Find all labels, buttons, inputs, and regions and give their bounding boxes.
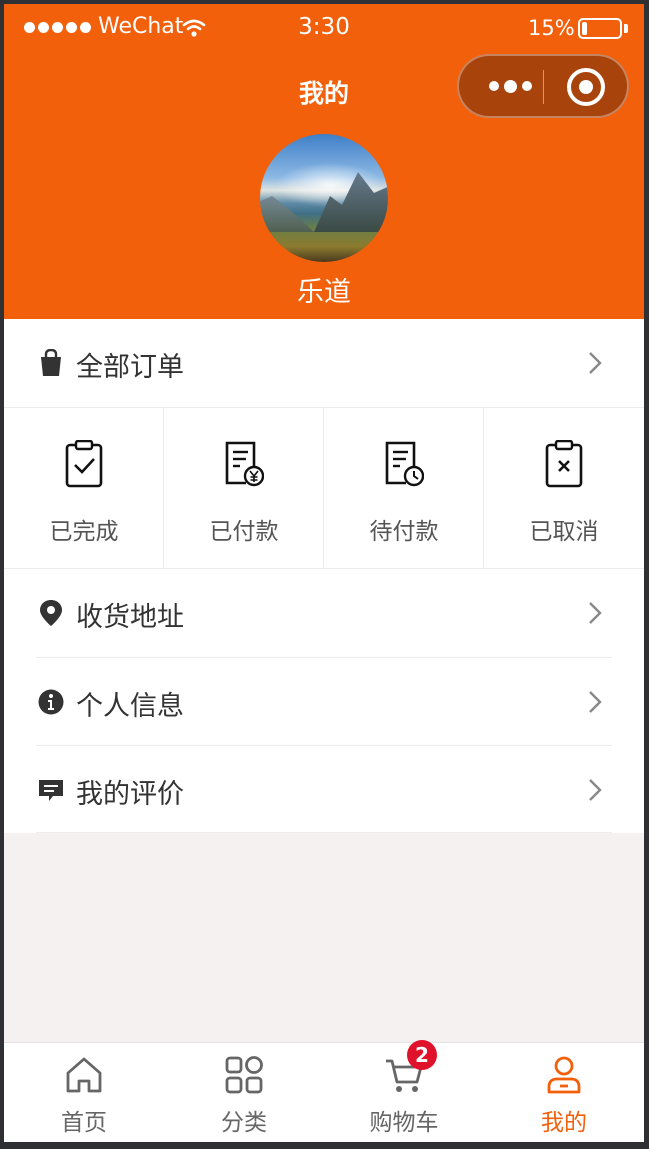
battery-percent: 15% xyxy=(528,16,575,40)
status-cancelled-label: 已取消 xyxy=(529,519,599,545)
location-pin-icon xyxy=(40,600,62,626)
phone-screen: WeChat 3:30 15% 我的 乐道 全部订单 已完成 已付款 待付款 已… xyxy=(4,4,644,1142)
status-paid[interactable]: 已付款 xyxy=(164,408,324,568)
tab-cart-label: 购物车 xyxy=(369,1110,439,1136)
order-status-grid: 已完成 已付款 待付款 已取消 xyxy=(4,407,644,569)
chevron-right-icon xyxy=(589,779,602,801)
my-reviews-label: 我的评价 xyxy=(76,779,184,810)
shopping-bag-icon xyxy=(41,349,61,376)
shipping-address-row[interactable]: 收货地址 xyxy=(4,569,644,657)
tab-bar: 首页 分类 购物车 我的 xyxy=(4,1042,644,1142)
home-icon xyxy=(66,1057,102,1093)
shipping-address-label: 收货地址 xyxy=(76,602,184,633)
receipt-clock-icon xyxy=(385,441,424,487)
comment-icon xyxy=(39,780,63,801)
info-circle-icon xyxy=(38,689,64,715)
tab-category-label: 分类 xyxy=(221,1110,267,1136)
personal-info-row[interactable]: 个人信息 xyxy=(4,658,644,746)
status-bar: WeChat 3:30 15% xyxy=(4,4,644,52)
status-pending-payment[interactable]: 待付款 xyxy=(324,408,484,568)
all-orders-row[interactable]: 全部订单 xyxy=(4,319,644,407)
battery-tip xyxy=(624,24,628,33)
divider xyxy=(36,832,612,833)
mini-program-capsule xyxy=(457,54,629,118)
cart-badge: 2 xyxy=(407,1040,437,1070)
status-completed[interactable]: 已完成 xyxy=(4,408,164,568)
clipboard-x-icon xyxy=(545,440,583,488)
target-circle-icon[interactable] xyxy=(567,68,605,106)
user-icon xyxy=(547,1056,581,1094)
menu-panel: 全部订单 已完成 已付款 待付款 已取消 收货地址 个人信息 我的评价 xyxy=(4,319,644,833)
receipt-yen-icon xyxy=(225,441,264,487)
my-reviews-row[interactable]: 我的评价 xyxy=(4,746,644,834)
chevron-right-icon xyxy=(589,352,602,374)
tab-home-label: 首页 xyxy=(61,1110,107,1136)
status-completed-label: 已完成 xyxy=(49,519,119,545)
tab-cart[interactable]: 购物车 xyxy=(324,1043,484,1142)
personal-info-label: 个人信息 xyxy=(76,691,184,722)
status-pending-label: 待付款 xyxy=(369,519,439,545)
more-dots-icon[interactable] xyxy=(477,56,543,116)
avatar[interactable] xyxy=(260,134,388,262)
tab-home[interactable]: 首页 xyxy=(4,1043,164,1142)
username: 乐道 xyxy=(297,277,351,308)
tab-mine[interactable]: 我的 xyxy=(484,1043,644,1142)
grid-icon xyxy=(225,1056,263,1094)
capsule-divider xyxy=(543,70,544,104)
all-orders-label: 全部订单 xyxy=(76,352,184,383)
tab-category[interactable]: 分类 xyxy=(164,1043,324,1142)
chevron-right-icon xyxy=(589,602,602,624)
profile-header: WeChat 3:30 15% 我的 乐道 xyxy=(4,4,644,319)
clipboard-check-icon xyxy=(65,440,103,488)
status-paid-label: 已付款 xyxy=(209,519,279,545)
chevron-right-icon xyxy=(589,691,602,713)
battery-icon xyxy=(578,18,622,39)
tab-mine-label: 我的 xyxy=(541,1110,587,1136)
status-cancelled[interactable]: 已取消 xyxy=(484,408,644,568)
